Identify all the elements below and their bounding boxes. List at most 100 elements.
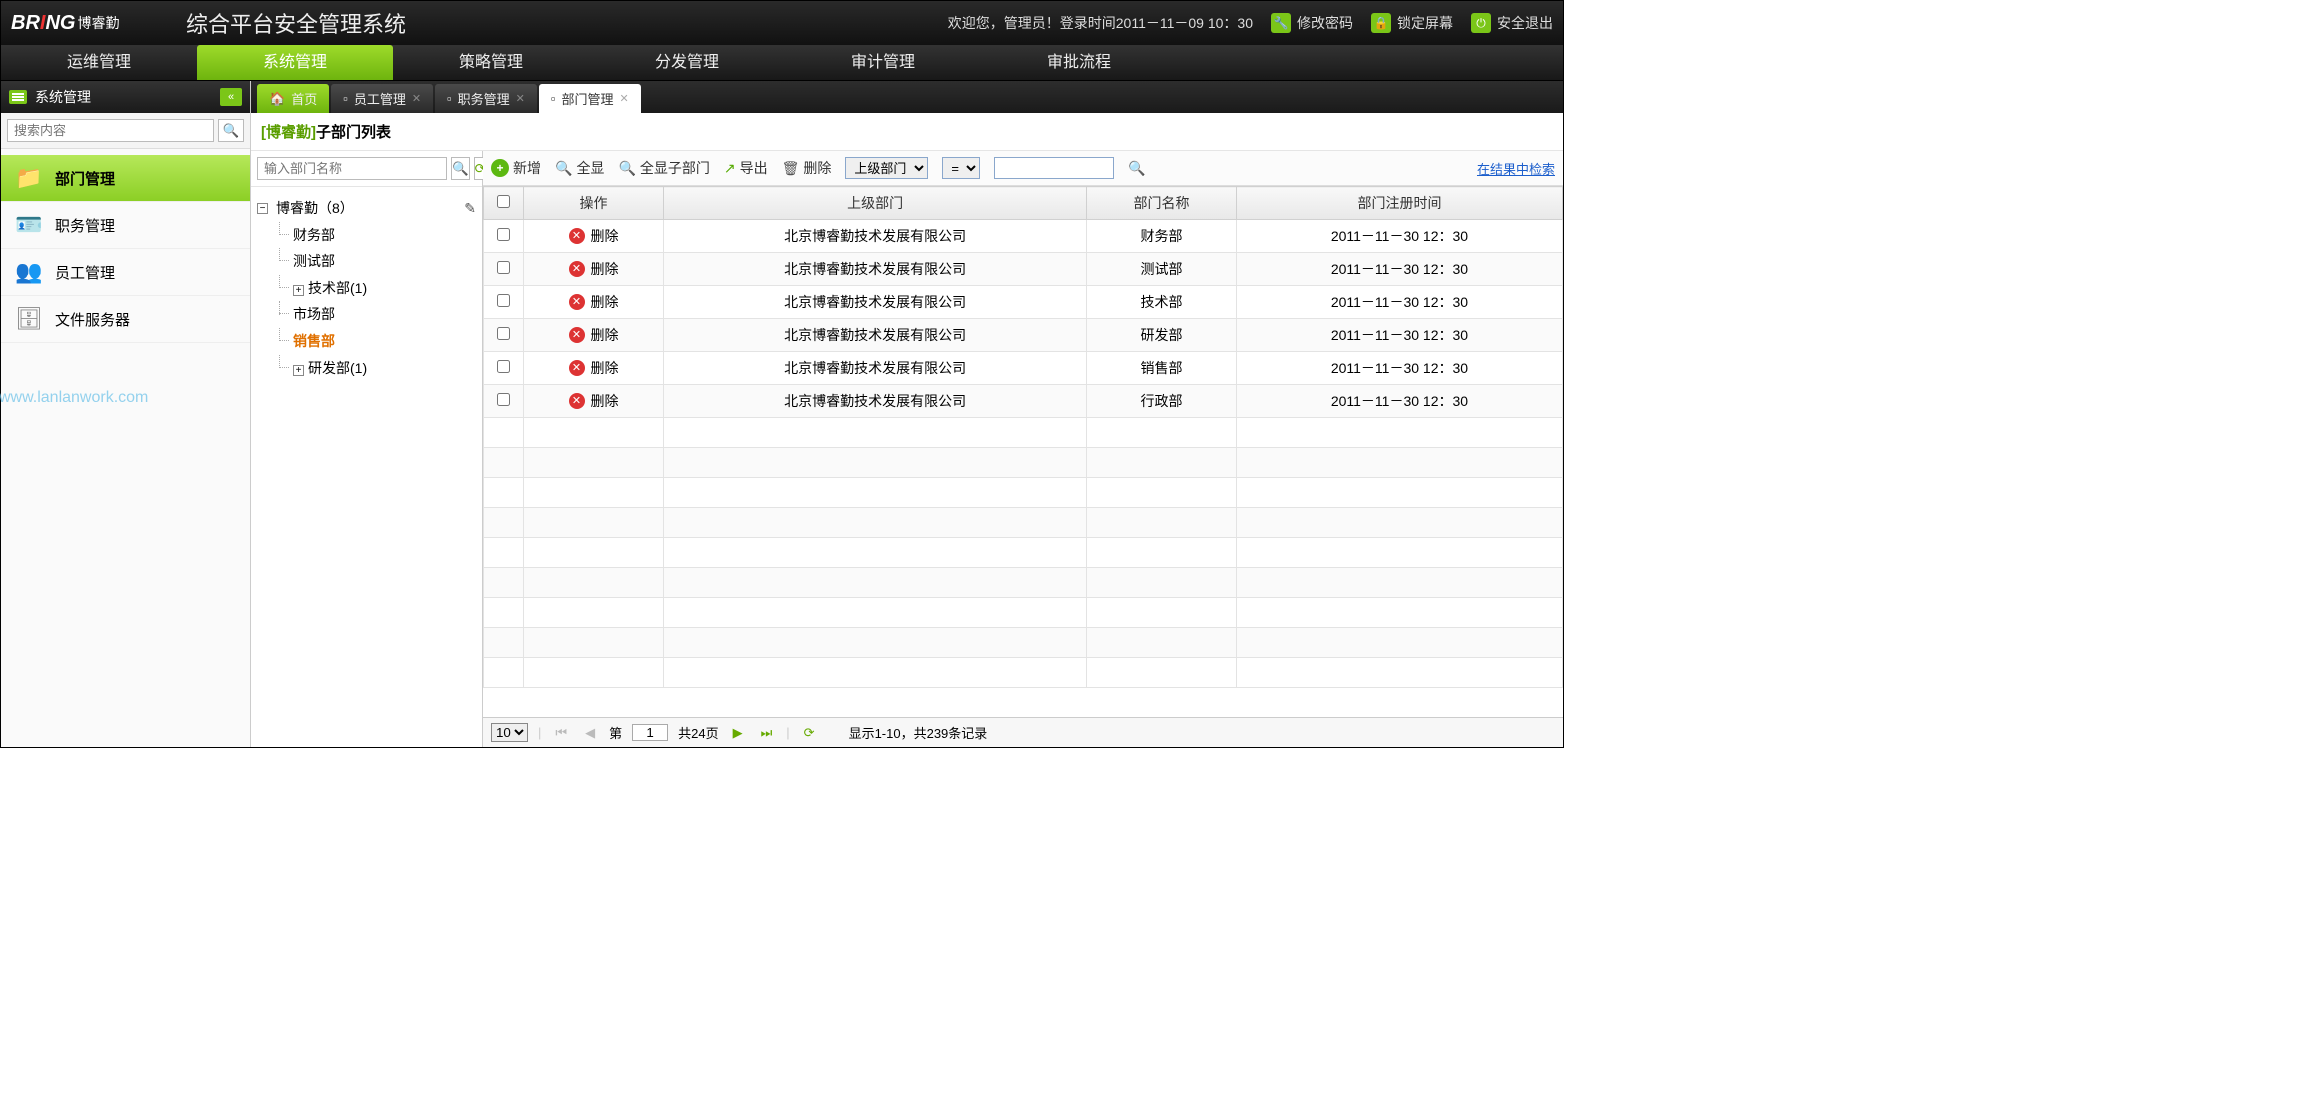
col-header: 部门注册时间 <box>1236 187 1562 220</box>
magnifier-icon: 🔍 <box>618 160 635 177</box>
logout-button[interactable]: ⏻ 安全退出 <box>1471 13 1553 33</box>
welcome-text: 欢迎您，管理员！登录时间2011－11－09 10：30 <box>948 13 1253 33</box>
expand-icon[interactable]: + <box>293 285 304 296</box>
close-icon[interactable]: ✕ <box>516 92 525 105</box>
table-row: ✕删除北京博睿勤技术发展有限公司测试部2011－11－30 12：30 <box>484 253 1563 286</box>
row-checkbox[interactable] <box>497 228 510 241</box>
lock-screen-button[interactable]: 🔒 锁定屏幕 <box>1371 13 1453 33</box>
close-icon[interactable]: ✕ <box>620 92 629 105</box>
tab-2[interactable]: ▫职务管理✕ <box>435 84 537 113</box>
trash-icon: 🗑 <box>782 160 800 177</box>
power-icon: ⏻ <box>1471 13 1491 33</box>
filter-search-button[interactable]: 🔍 <box>1128 160 1145 177</box>
delete-icon: ✕ <box>569 294 585 310</box>
topnav-item-1[interactable]: 系统管理 <box>197 45 393 80</box>
list-icon <box>9 90 27 104</box>
grid-toolbar: +新增 🔍全显 🔍全显子部门 ↗导出 🗑删除 上级部门 = 🔍 在结果中检索 <box>483 151 1563 186</box>
last-page-button[interactable]: ⏭ <box>757 725 777 741</box>
topnav-item-3[interactable]: 分发管理 <box>589 45 785 80</box>
filter-value-input[interactable] <box>994 157 1114 179</box>
col-header: 上级部门 <box>664 187 1087 220</box>
row-checkbox[interactable] <box>497 294 510 307</box>
add-button[interactable]: +新增 <box>491 158 541 178</box>
topnav-item-4[interactable]: 审计管理 <box>785 45 981 80</box>
export-button[interactable]: ↗导出 <box>724 158 768 178</box>
tree-node[interactable]: 销售部 <box>279 328 476 355</box>
table-row-empty <box>484 418 1563 448</box>
sidebar-item-0[interactable]: 📁部门管理 <box>1 155 250 202</box>
delete-icon: ✕ <box>569 393 585 409</box>
filter-field-select[interactable]: 上级部门 <box>845 157 928 179</box>
sidebar-item-2[interactable]: 👥员工管理 <box>1 249 250 296</box>
search-in-results-link[interactable]: 在结果中检索 <box>1477 159 1555 178</box>
topnav-item-5[interactable]: 审批流程 <box>981 45 1177 80</box>
prev-page-button[interactable]: ◀ <box>581 725 599 741</box>
row-checkbox[interactable] <box>497 327 510 340</box>
total-pages: 共24页 <box>678 723 718 742</box>
sidebar-icon: 🪪 <box>15 212 45 238</box>
close-icon[interactable]: ✕ <box>412 92 421 105</box>
tree-node[interactable]: 市场部 <box>279 301 476 328</box>
watermark: www.lanlanwork.com <box>0 389 250 407</box>
tree-node[interactable]: +研发部(1) <box>279 355 476 382</box>
data-grid: 操作上级部门部门名称部门注册时间 ✕删除北京博睿勤技术发展有限公司财务部2011… <box>483 186 1563 688</box>
row-delete-button[interactable]: ✕删除 <box>569 325 619 345</box>
collapse-icon[interactable]: − <box>257 203 268 214</box>
table-row-empty <box>484 628 1563 658</box>
row-delete-button[interactable]: ✕删除 <box>569 391 619 411</box>
sidebar-search-input[interactable] <box>7 119 214 142</box>
tree-node[interactable]: 财务部 <box>279 222 476 249</box>
tab-3[interactable]: ▫部门管理✕ <box>539 84 641 113</box>
tree-node[interactable]: +技术部(1) <box>279 275 476 302</box>
delete-button[interactable]: 🗑删除 <box>782 158 832 178</box>
sidebar-item-1[interactable]: 🪪职务管理 <box>1 202 250 249</box>
table-row-empty <box>484 658 1563 688</box>
tree-search-button[interactable]: 🔍 <box>451 157 470 180</box>
magnifier-icon: 🔍 <box>555 160 572 177</box>
sidebar-search-button[interactable]: 🔍 <box>218 119 244 142</box>
show-all-button[interactable]: 🔍全显 <box>555 158 604 178</box>
tab-0[interactable]: 🏠首页 <box>257 84 329 113</box>
next-page-button[interactable]: ▶ <box>729 725 747 741</box>
table-row-empty <box>484 478 1563 508</box>
first-page-button[interactable]: ⏮ <box>551 725 571 741</box>
expand-icon[interactable]: + <box>293 365 304 376</box>
delete-icon: ✕ <box>569 360 585 376</box>
col-header: 操作 <box>524 187 664 220</box>
row-delete-button[interactable]: ✕删除 <box>569 259 619 279</box>
row-checkbox[interactable] <box>497 393 510 406</box>
filter-op-select[interactable]: = <box>942 157 980 179</box>
topnav-item-2[interactable]: 策略管理 <box>393 45 589 80</box>
show-all-sub-button[interactable]: 🔍全显子部门 <box>618 158 709 178</box>
tree-search-input[interactable] <box>257 157 447 180</box>
app-header: BRING 博睿勤 综合平台安全管理系统 欢迎您，管理员！登录时间2011－11… <box>1 1 1563 45</box>
edit-icon[interactable]: ✎ <box>464 195 476 222</box>
row-checkbox[interactable] <box>497 261 510 274</box>
table-row-empty <box>484 508 1563 538</box>
row-delete-button[interactable]: ✕删除 <box>569 358 619 378</box>
tree-root[interactable]: − 博睿勤（8） ✎ <box>257 195 476 222</box>
sidebar-item-3[interactable]: 🗄文件服务器 <box>1 296 250 343</box>
logo-cn: 博睿勤 <box>77 13 119 33</box>
select-all-checkbox[interactable] <box>497 195 510 208</box>
topnav-item-0[interactable]: 运维管理 <box>1 45 197 80</box>
col-header: 部门名称 <box>1087 187 1237 220</box>
lock-icon: 🔒 <box>1371 13 1391 33</box>
delete-icon: ✕ <box>569 261 585 277</box>
collapse-sidebar-button[interactable]: « <box>220 88 242 106</box>
tab-1[interactable]: ▫员工管理✕ <box>331 84 433 113</box>
change-password-button[interactable]: 🔧 修改密码 <box>1271 13 1353 33</box>
table-row: ✕删除北京博睿勤技术发展有限公司技术部2011－11－30 12：30 <box>484 286 1563 319</box>
pager: 10 | ⏮ ◀ 第 共24页 ▶ ⏭ | ⟳ 显示1-10，共239条记录 <box>483 717 1563 747</box>
row-delete-button[interactable]: ✕删除 <box>569 292 619 312</box>
page-size-select[interactable]: 10 <box>491 723 528 742</box>
col-header <box>484 187 524 220</box>
refresh-button[interactable]: ⟳ <box>800 725 819 741</box>
row-checkbox[interactable] <box>497 360 510 373</box>
row-delete-button[interactable]: ✕删除 <box>569 226 619 246</box>
table-row-empty <box>484 538 1563 568</box>
sidebar-icon: 👥 <box>15 259 45 285</box>
page-icon: ▫ <box>447 91 452 106</box>
tree-node[interactable]: 测试部 <box>279 248 476 275</box>
current-page-input[interactable] <box>632 724 668 741</box>
